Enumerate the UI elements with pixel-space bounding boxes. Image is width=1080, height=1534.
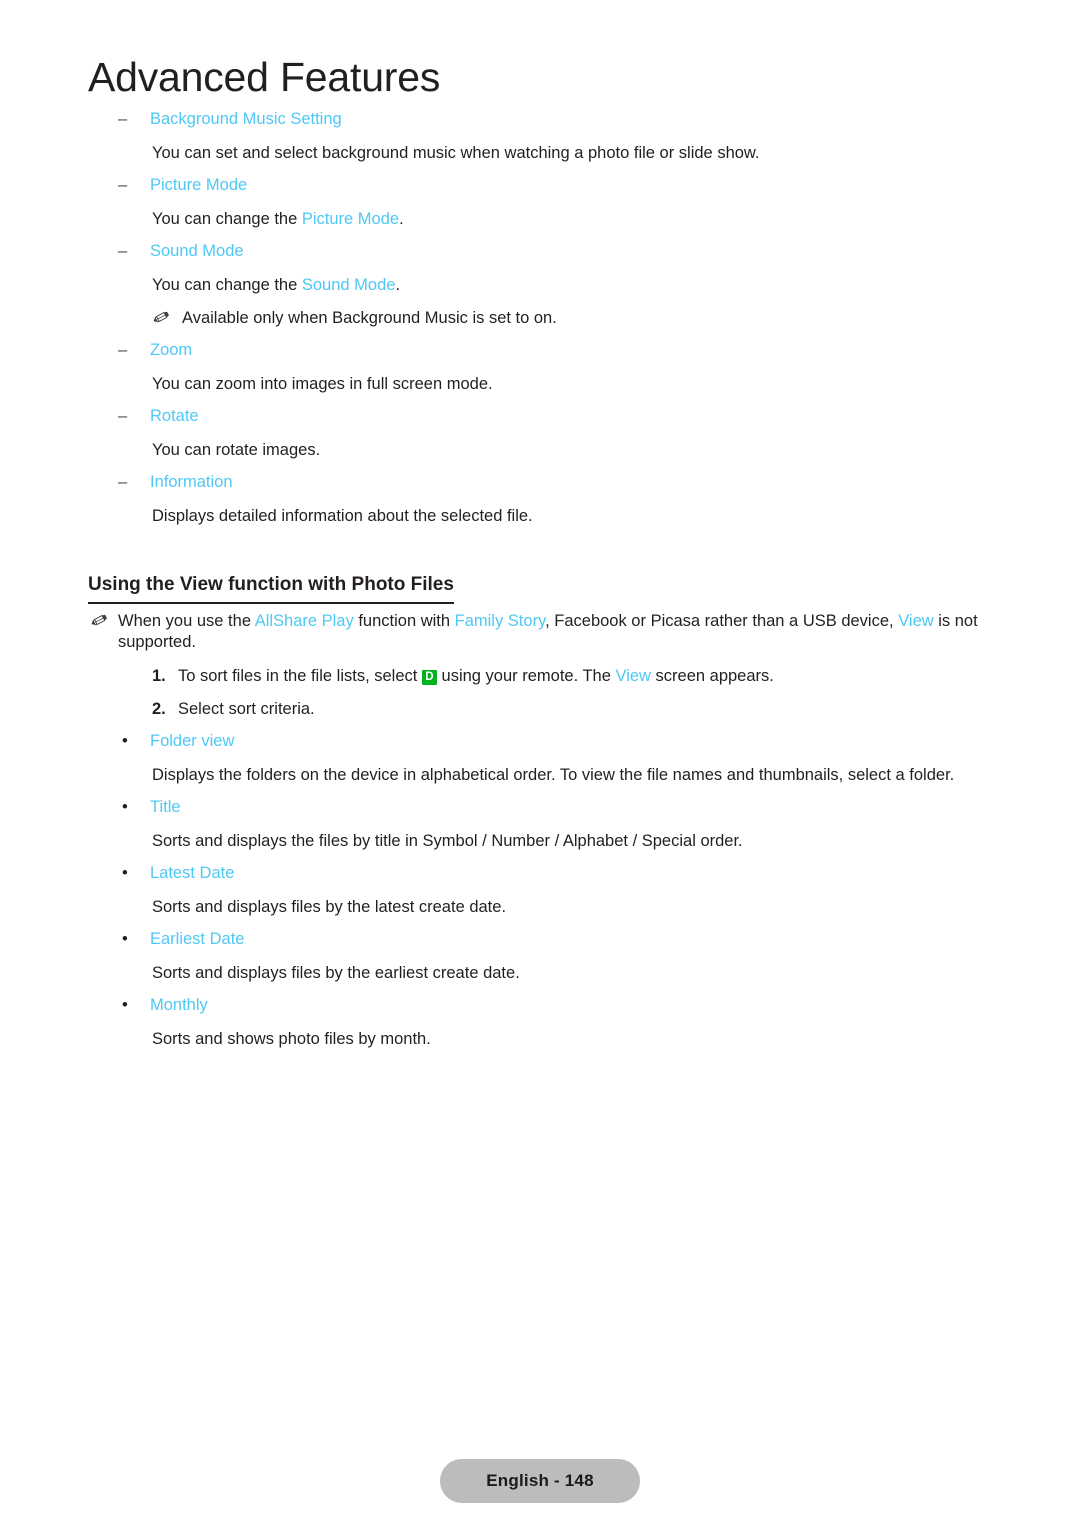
inline-link-allshare-play[interactable]: AllShare Play	[255, 612, 354, 630]
bullet-icon: •	[122, 929, 128, 948]
option-sound-mode: – Sound Mode	[0, 242, 1080, 275]
sort-option-description: Sorts and displays files by the earliest…	[152, 963, 520, 982]
step-number: 1.	[152, 666, 166, 685]
dash-bullet-icon: –	[118, 242, 128, 260]
sort-option-label[interactable]: Monthly	[150, 996, 208, 1014]
note-text: When you use the	[118, 612, 255, 630]
description-text: .	[395, 276, 401, 294]
step-1: 1. To sort files in the file lists, selec…	[0, 666, 1080, 699]
section-heading: Using the View function with Photo Files	[88, 574, 454, 604]
dash-bullet-icon: –	[118, 473, 128, 491]
note-allshare-play: When you use the AllShare Play function …	[0, 611, 1080, 654]
description-text: You can change the	[152, 210, 302, 228]
sort-option-label[interactable]: Latest Date	[150, 864, 234, 882]
sort-option-description: Sorts and displays files by the latest c…	[152, 897, 507, 916]
section-body: When you use the AllShare Play function …	[0, 611, 1080, 1062]
page-title: Advanced Features	[88, 54, 441, 100]
option-description: You can change the Picture Mode.	[0, 209, 1080, 242]
step-text: screen appears.	[650, 666, 774, 685]
option-rotate: – Rotate	[0, 407, 1080, 440]
note-text: Available only when Background Music is …	[182, 309, 557, 327]
step-text: To sort files in the file lists, select	[178, 666, 422, 685]
sort-option-label[interactable]: Title	[150, 798, 181, 816]
sort-option-label[interactable]: Earliest Date	[150, 930, 244, 948]
sort-option-title: • Title	[0, 798, 1080, 831]
option-label[interactable]: Sound Mode	[150, 242, 244, 260]
option-description: You can rotate images.	[152, 441, 321, 459]
bullet-icon: •	[122, 863, 128, 882]
dash-bullet-icon: –	[118, 407, 128, 425]
dash-bullet-icon: –	[118, 341, 128, 359]
option-description: You can change the Sound Mode.	[0, 275, 1080, 308]
dash-bullet-icon: –	[118, 110, 128, 128]
page-footer: English - 148	[0, 1459, 1080, 1503]
pencil-note-icon	[152, 310, 171, 327]
sort-option-description: Displays the folders on the device in al…	[152, 765, 955, 784]
option-label[interactable]: Rotate	[150, 407, 199, 425]
sort-option-description: Sorts and displays the files by title in…	[152, 831, 743, 850]
sort-option-description: Sorts and shows photo files by month.	[152, 1029, 431, 1048]
option-label[interactable]: Background Music Setting	[150, 110, 342, 128]
option-information: – Information	[0, 473, 1080, 506]
option-label[interactable]: Information	[150, 473, 233, 491]
manual-page: Advanced Features – Background Music Set…	[0, 0, 1080, 1534]
sort-option-earliest-date: • Earliest Date	[0, 930, 1080, 963]
bullet-icon: •	[122, 995, 128, 1014]
option-label[interactable]: Picture Mode	[150, 176, 247, 194]
content-flow: – Background Music Setting You can set a…	[0, 110, 1080, 539]
bullet-icon: •	[122, 731, 128, 750]
note-sound-mode: Available only when Background Music is …	[0, 308, 1080, 341]
step-text: using your remote. The	[436, 666, 616, 685]
step-text: Select sort criteria.	[178, 699, 315, 718]
option-zoom: – Zoom	[0, 341, 1080, 374]
option-description: You can set and select background music …	[152, 144, 760, 162]
bullet-icon: •	[122, 797, 128, 816]
page-number-badge: English - 148	[440, 1459, 640, 1503]
remote-key-d-icon[interactable]: D	[421, 669, 437, 685]
sort-option-label[interactable]: Folder view	[150, 732, 234, 750]
option-label[interactable]: Zoom	[150, 341, 192, 359]
step-number: 2.	[152, 699, 166, 718]
option-background-music-setting: – Background Music Setting	[0, 110, 1080, 143]
sort-option-folder-view: • Folder view	[0, 732, 1080, 765]
inline-link-picture-mode[interactable]: Picture Mode	[302, 210, 399, 228]
inline-link-family-story[interactable]: Family Story	[455, 612, 545, 630]
sort-option-monthly: • Monthly	[0, 996, 1080, 1029]
description-text: You can change the	[152, 276, 302, 294]
inline-link-sound-mode[interactable]: Sound Mode	[302, 276, 396, 294]
description-text: .	[399, 210, 404, 228]
inline-link-view[interactable]: View	[898, 612, 933, 630]
step-2: 2. Select sort criteria.	[0, 699, 1080, 732]
note-text: , Facebook or Picasa rather than a USB d…	[545, 612, 899, 630]
option-description: Displays detailed information about the …	[152, 507, 533, 525]
option-picture-mode: – Picture Mode	[0, 176, 1080, 209]
option-description: You can zoom into images in full screen …	[152, 375, 493, 393]
note-text: function with	[353, 612, 455, 630]
dash-bullet-icon: –	[118, 176, 128, 194]
sort-option-latest-date: • Latest Date	[0, 864, 1080, 897]
inline-link-view[interactable]: View	[615, 667, 650, 685]
pencil-note-icon	[90, 613, 109, 630]
